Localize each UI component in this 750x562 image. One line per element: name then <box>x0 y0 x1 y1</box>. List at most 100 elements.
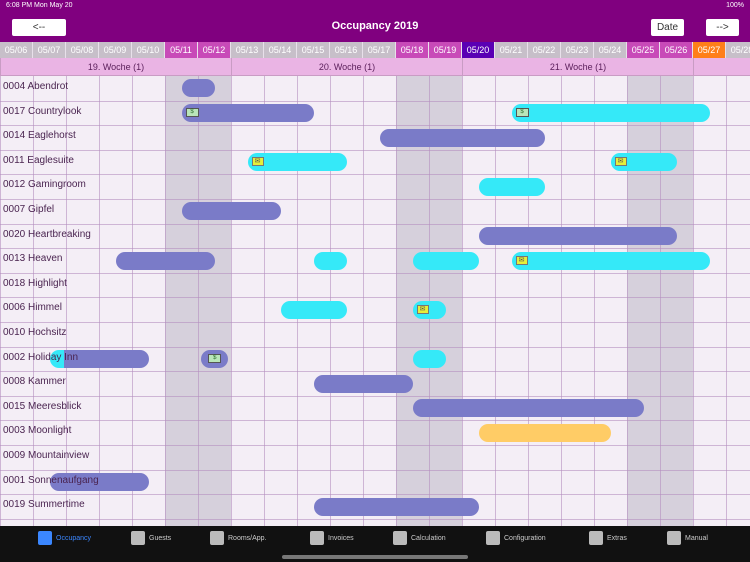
grid-row-line <box>0 371 750 373</box>
booking-bar[interactable] <box>412 349 446 368</box>
date-cell-3[interactable]: 05/09 <box>99 42 132 58</box>
status-bar: 6:08 PM Mon May 20 100% <box>0 0 750 12</box>
date-cell-7[interactable]: 05/13 <box>231 42 264 58</box>
calculator-icon <box>393 531 407 546</box>
booking-bar[interactable]: ✉ <box>412 300 446 319</box>
date-cell-16[interactable]: 05/22 <box>528 42 561 58</box>
room-label[interactable]: 0009 Mountainview <box>3 445 89 469</box>
week-cell-2: 21. Woche (1) <box>462 58 693 75</box>
tab-manual[interactable]: Manual <box>667 530 708 548</box>
tab-label: Invoices <box>328 535 354 542</box>
booking-bar[interactable] <box>115 251 215 270</box>
date-cell-19[interactable]: 05/25 <box>627 42 660 58</box>
booking-bar[interactable] <box>313 251 347 270</box>
date-cell-10[interactable]: 05/16 <box>330 42 363 58</box>
tab-guests[interactable]: Guests <box>131 530 171 548</box>
room-label[interactable]: 0014 Eaglehorst <box>3 125 76 149</box>
week-cell-0: 19. Woche (1) <box>0 58 231 75</box>
date-cell-12[interactable]: 05/18 <box>396 42 429 58</box>
tab-occupancy[interactable]: Occupancy <box>38 530 91 548</box>
tab-label: Occupancy <box>56 535 92 542</box>
grid-column-line <box>363 76 364 526</box>
grid-column-line <box>627 76 628 526</box>
room-label[interactable]: 0010 Hochsitz <box>3 322 66 346</box>
booking-bar[interactable] <box>181 79 215 98</box>
room-label[interactable]: 0007 Gipfel <box>3 199 54 223</box>
booking-bar[interactable]: ✉ <box>511 251 710 270</box>
tab-rooms-app[interactable]: Rooms/App. <box>210 530 267 548</box>
room-label[interactable]: 0017 Countrylook <box>3 101 81 125</box>
room-label[interactable]: 0001 Sonnenaufgang <box>3 470 99 494</box>
room-label[interactable]: 0012 Gamingroom <box>3 174 86 198</box>
tab-calculation[interactable]: Calculation <box>393 530 446 548</box>
date-cell-8[interactable]: 05/14 <box>264 42 297 58</box>
tab-label: Manual <box>685 535 708 542</box>
booking-bar[interactable] <box>412 251 479 270</box>
room-label[interactable]: 0008 Kammer <box>3 371 66 395</box>
grid-row-line <box>0 297 750 299</box>
date-cell-15[interactable]: 05/21 <box>495 42 528 58</box>
prev-button[interactable]: <-- <box>12 19 66 36</box>
booking-bar[interactable] <box>379 128 545 147</box>
booking-bar[interactable] <box>478 177 545 196</box>
grid-row-line <box>0 272 750 274</box>
grid-column-line <box>660 76 661 526</box>
booking-bar[interactable]: ✉ <box>247 153 347 172</box>
room-label[interactable]: 0002 Holiday Inn <box>3 347 78 371</box>
date-cell-13[interactable]: 05/19 <box>429 42 462 58</box>
room-label[interactable]: 0020 Heartbreaking <box>3 224 91 248</box>
date-cell-1[interactable]: 05/07 <box>33 42 66 58</box>
booking-bar[interactable] <box>313 497 479 516</box>
date-cell-20[interactable]: 05/26 <box>660 42 693 58</box>
status-time: 6:08 PM Mon May 20 <box>6 2 73 9</box>
room-label[interactable]: 0006 Himmel <box>3 297 62 321</box>
grid-column-line <box>165 76 166 526</box>
date-cell-22[interactable]: 05/28 <box>726 42 750 58</box>
booking-bar[interactable]: $ <box>511 103 710 122</box>
booking-bar[interactable] <box>313 374 413 393</box>
room-label[interactable]: 0011 Eaglesuite <box>3 150 74 174</box>
envelope-icon: ✉ <box>251 157 264 167</box>
date-cell-6[interactable]: 05/12 <box>198 42 231 58</box>
booking-bar[interactable]: $ <box>201 349 228 368</box>
date-cell-0[interactable]: 05/06 <box>0 42 33 58</box>
booking-bar[interactable] <box>478 226 677 245</box>
date-cell-4[interactable]: 05/10 <box>132 42 165 58</box>
date-cell-9[interactable]: 05/15 <box>297 42 330 58</box>
date-cell-11[interactable]: 05/17 <box>363 42 396 58</box>
room-label[interactable]: 0015 Meeresblick <box>3 396 81 420</box>
booking-bar[interactable] <box>478 423 611 442</box>
date-cell-5[interactable]: 05/11 <box>165 42 198 58</box>
home-indicator <box>282 555 468 559</box>
room-label[interactable]: 0013 Heaven <box>3 248 63 272</box>
grid-row-line <box>0 100 750 102</box>
date-cell-2[interactable]: 05/08 <box>66 42 99 58</box>
booking-bar[interactable] <box>412 399 644 418</box>
next-button[interactable]: --> <box>706 19 739 36</box>
room-label[interactable]: 0004 Abendrot <box>3 76 68 100</box>
occupancy-grid[interactable]: 0004 Abendrot $ $0017 Countrylook 0014 Eagl… <box>0 76 750 526</box>
room-label[interactable]: 0019 Summertime <box>3 494 85 518</box>
booking-bar[interactable]: $ <box>181 103 314 122</box>
date-cell-14[interactable]: 05/20 <box>462 42 495 58</box>
grid-column-line <box>264 76 265 526</box>
date-cell-21[interactable]: 05/27 <box>693 42 726 58</box>
date-button[interactable]: Date <box>651 19 684 36</box>
page-title: Occupancy 2019 <box>331 20 419 32</box>
booking-bar[interactable] <box>280 300 347 319</box>
bed-icon <box>210 531 224 546</box>
booking-bar[interactable] <box>181 202 281 221</box>
date-cell-18[interactable]: 05/24 <box>594 42 627 58</box>
help-icon <box>667 531 681 546</box>
room-label[interactable]: 0018 Highlight <box>3 273 67 297</box>
grid-row-line <box>0 518 750 520</box>
grid-column-line <box>693 76 694 526</box>
tab-configuration[interactable]: Configuration <box>486 530 546 548</box>
grid-row-line <box>0 494 750 496</box>
payment-icon: $ <box>208 353 222 363</box>
room-label[interactable]: 0003 Moonlight <box>3 420 71 444</box>
booking-bar[interactable]: ✉ <box>610 153 677 172</box>
tab-invoices[interactable]: Invoices <box>310 530 354 548</box>
date-cell-17[interactable]: 05/23 <box>561 42 594 58</box>
tab-extras[interactable]: Extras <box>589 530 627 548</box>
